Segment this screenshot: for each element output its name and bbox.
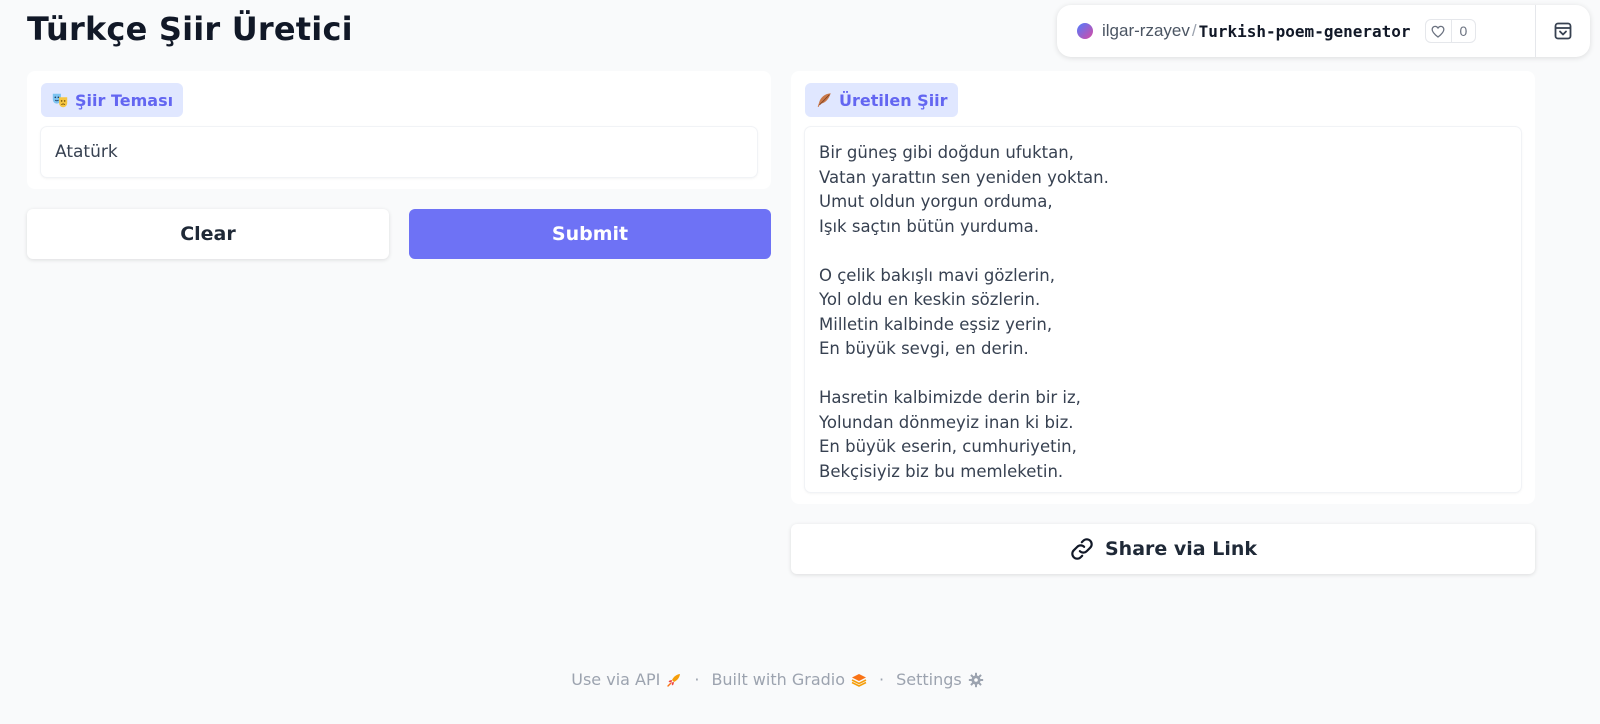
gradio-link-label: Built with Gradio [711,670,846,689]
hf-repo-name[interactable]: Turkish-poem-generator [1199,22,1411,41]
gradio-logo-icon [851,673,867,687]
gradio-link[interactable]: Built with Gradio [711,670,867,689]
link-icon [1071,538,1093,560]
output-panel: Üretilen Şiir Bir güneş gibi doğdun ufuk… [791,71,1535,504]
hf-repo-link[interactable]: ilgar-rzayev / Turkish-poem-generator 0 [1057,5,1535,57]
feather-icon [817,93,831,108]
hf-avatar-icon [1077,23,1093,39]
api-link[interactable]: Use via API [571,670,682,689]
collapse-icon [1554,22,1572,40]
theme-panel: Şiir Teması [27,71,771,189]
clear-button[interactable]: Clear [27,209,389,259]
heart-icon [1426,20,1452,42]
page-title: Türkçe Şiir Üretici [27,10,353,48]
theme-label: Şiir Teması [41,83,184,117]
theme-label-text: Şiir Teması [75,90,174,110]
like-count: 0 [1459,23,1468,39]
submit-button[interactable]: Submit [409,209,771,259]
rocket-icon [667,673,681,687]
settings-link[interactable]: Settings [896,670,984,689]
poem-output[interactable]: Bir güneş gibi doğdun ufuktan, Vatan yar… [805,127,1521,492]
collapse-button[interactable] [1536,5,1590,57]
output-label: Üretilen Şiir [805,83,958,117]
footer-separator: · [694,670,700,689]
footer: Use via API · Built with Gradio · Settin… [0,670,1555,689]
hf-owner[interactable]: ilgar-rzayev [1102,21,1190,41]
share-button-label: Share via Link [1104,538,1258,560]
gear-icon [968,672,983,687]
output-label-text: Üretilen Şiir [839,90,948,110]
theme-input[interactable] [41,127,757,177]
api-link-label: Use via API [571,670,661,689]
settings-link-label: Settings [896,670,962,689]
like-button[interactable]: 0 [1424,19,1477,43]
theater-masks-icon [52,93,68,108]
hf-space-header: ilgar-rzayev / Turkish-poem-generator 0 [1057,5,1590,57]
footer-separator-2: · [879,670,885,689]
share-button[interactable]: Share via Link [791,524,1535,574]
hf-separator: / [1191,21,1197,40]
